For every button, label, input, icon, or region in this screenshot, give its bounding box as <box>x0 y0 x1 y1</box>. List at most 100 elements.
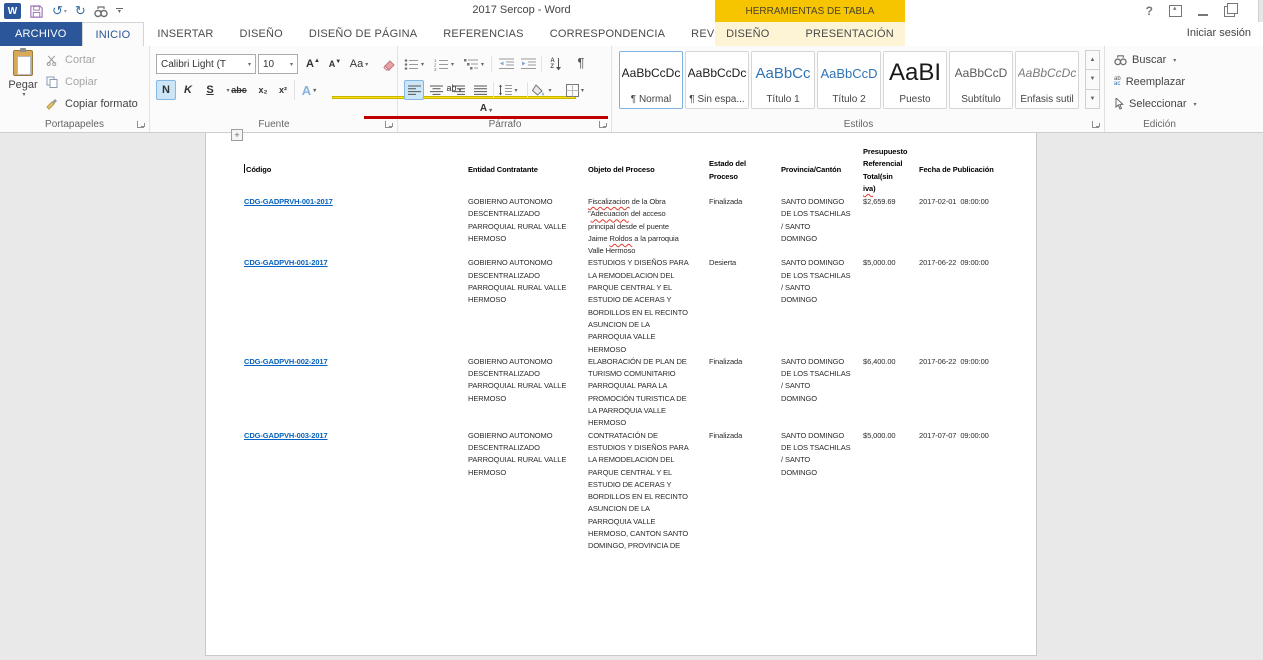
tab-correspondencia[interactable]: CORRESPONDENCIA <box>537 22 678 46</box>
multilevel-caret-icon: ▾ <box>481 61 484 68</box>
ribbon-display-options-icon[interactable] <box>1169 5 1182 17</box>
tab-table-diseno[interactable]: DISEÑO <box>713 22 782 46</box>
style-puesto[interactable]: AaBI Puesto <box>883 51 947 109</box>
grow-font-button[interactable]: A▲ <box>303 54 323 74</box>
table-move-handle-icon[interactable]: + <box>231 129 243 141</box>
paragraph-dialog-launcher-icon[interactable] <box>599 121 606 128</box>
close-button[interactable] <box>1258 0 1263 22</box>
style-subtitulo[interactable]: AaBbCcD Subtítulo <box>949 51 1013 109</box>
tab-insertar[interactable]: INSERTAR <box>144 22 226 46</box>
styles-more-icon[interactable]: ▼ <box>1085 89 1100 109</box>
superscript-button[interactable]: x² <box>273 80 293 100</box>
show-paragraph-marks-button[interactable]: ¶ <box>571 52 591 72</box>
paste-clipboard-icon <box>13 50 33 76</box>
styles-scroll-up-icon[interactable]: ▲ <box>1085 50 1100 70</box>
align-right-button[interactable] <box>448 80 468 100</box>
subscript-button[interactable]: x₂ <box>253 80 273 100</box>
tab-table-presentacion[interactable]: PRESENTACIÓN <box>793 22 907 46</box>
sign-in-link[interactable]: Iniciar sesión <box>1187 27 1251 39</box>
sort-button[interactable]: AZ <box>546 54 566 74</box>
style-titulo-1[interactable]: AaBbCc Título 1 <box>751 51 815 109</box>
find-icon[interactable] <box>94 3 108 19</box>
customize-quick-access-toolbar-button[interactable]: ▾ <box>116 3 123 19</box>
save-icon[interactable] <box>29 3 44 19</box>
text-effects-caret-icon: ▾ <box>313 87 316 94</box>
cut-label: Cortar <box>65 54 96 66</box>
cut-button[interactable]: Cortar <box>46 54 96 66</box>
replace-button[interactable]: abac Reemplazar <box>1114 76 1185 88</box>
cell-presupuesto: $2,659.69 <box>863 196 919 208</box>
clipboard-dialog-launcher-icon[interactable] <box>137 121 144 128</box>
style-sample: AaBbCcDc <box>688 52 747 94</box>
style-sample: AaBbCc <box>755 52 810 94</box>
minimize-icon[interactable] <box>1198 14 1208 16</box>
text-effects-button[interactable]: A▾ <box>299 80 319 100</box>
style-sin-espaciado[interactable]: AaBbCcDc ¶ Sin espa... <box>685 51 749 109</box>
cell-fecha: 2017-07-07 09:00:00 <box>919 430 1036 442</box>
cell-estado: Desierta <box>709 257 781 269</box>
process-link[interactable]: CDG-GADPVH-001-2017 <box>244 258 328 267</box>
bold-button[interactable]: N <box>156 80 176 100</box>
tab-inicio[interactable]: INICIO <box>82 22 145 46</box>
font-family-combo[interactable]: Calibri Light (T▾ <box>156 54 256 74</box>
align-left-button[interactable] <box>404 80 424 100</box>
copy-button[interactable]: Copiar <box>46 76 97 88</box>
line-spacing-button[interactable]: ▾ <box>498 80 518 100</box>
cell-entidad: GOBIERNO AUTONOMO DESCENTRALIZADO PARROQ… <box>468 430 588 479</box>
styles-dialog-launcher-icon[interactable] <box>1092 121 1099 128</box>
replace-label: Reemplazar <box>1126 76 1185 88</box>
help-icon[interactable]: ? <box>1146 4 1153 18</box>
clear-formatting-button[interactable] <box>379 54 399 74</box>
format-painter-brush-icon <box>46 98 58 110</box>
align-center-button[interactable] <box>426 80 446 100</box>
bullets-button[interactable]: ▾ <box>404 54 424 74</box>
font-size-combo[interactable]: 10▾ <box>258 54 298 74</box>
process-link[interactable]: CDG-GADPVH-003-2017 <box>244 431 328 440</box>
paste-button[interactable]: Pegar ▾ <box>4 50 42 116</box>
italic-button[interactable]: K <box>178 80 198 100</box>
group-label-edicion: Edición <box>1106 119 1213 130</box>
process-link[interactable]: CDG-GADPVH-002-2017 <box>244 357 328 366</box>
copy-label: Copiar <box>65 76 97 88</box>
table-row: CDG-GADPRVH-001-2017 GOBIERNO AUTONOMO D… <box>244 196 1038 257</box>
process-link[interactable]: CDG-GADPRVH-001-2017 <box>244 197 333 206</box>
cell-entidad: GOBIERNO AUTONOMO DESCENTRALIZADO PARROQ… <box>468 356 588 405</box>
tab-referencias[interactable]: REFERENCIAS <box>430 22 536 46</box>
table-row: CDG-GADPVH-002-2017 GOBIERNO AUTONOMO DE… <box>244 356 1038 430</box>
change-case-button[interactable]: Aa▾ <box>349 54 369 74</box>
find-button[interactable]: Buscar ▾ <box>1114 54 1176 66</box>
font-dialog-launcher-icon[interactable] <box>385 121 392 128</box>
cell-fecha: 2017-06-22 09:00:00 <box>919 257 1036 269</box>
tab-archivo[interactable]: ARCHIVO <box>0 22 82 46</box>
undo-button[interactable]: ↺▾ <box>52 3 67 19</box>
font-size-caret-icon: ▾ <box>287 61 293 68</box>
style-name: Énfasis sutil <box>1020 94 1073 105</box>
numbering-button[interactable]: 123 ▾ <box>434 54 454 74</box>
multilevel-list-button[interactable]: ▾ <box>464 54 484 74</box>
style-name: Título 1 <box>766 94 799 105</box>
decrease-indent-button[interactable] <box>496 54 516 74</box>
format-painter-button[interactable]: Copiar formato <box>46 98 138 110</box>
borders-button[interactable]: ▾ <box>565 80 585 100</box>
shrink-font-button[interactable]: A▼ <box>325 54 345 74</box>
restore-icon[interactable] <box>1224 6 1235 17</box>
select-button[interactable]: Seleccionar ▾ <box>1114 98 1197 110</box>
style-enfasis-sutil[interactable]: AaBbCcDc Énfasis sutil <box>1015 51 1079 109</box>
tab-diseno-de-pagina[interactable]: DISEÑO DE PÁGINA <box>296 22 430 46</box>
justify-button[interactable] <box>470 80 490 100</box>
increase-indent-button[interactable] <box>518 54 538 74</box>
style-titulo-2[interactable]: AaBbCcD Título 2 <box>817 51 881 109</box>
word-logo-icon[interactable]: W <box>4 3 21 19</box>
bullets-icon <box>404 58 419 71</box>
scissors-icon <box>46 55 57 66</box>
styles-scroll-down-icon[interactable]: ▼ <box>1085 69 1100 89</box>
redo-button[interactable]: ↻ <box>75 3 86 19</box>
strikethrough-button[interactable]: abc <box>229 80 249 100</box>
cell-objeto: ELABORACIÓN DE PLAN DE TURISMO COMUNITAR… <box>588 356 709 430</box>
column-header-entidad: Entidad Contratante <box>468 164 588 176</box>
tab-diseno[interactable]: DISEÑO <box>227 22 296 46</box>
group-fuente: Calibri Light (T▾ 10▾ A▲ A▼ Aa▾ N K S ▾ … <box>151 46 398 132</box>
align-center-icon <box>430 85 443 96</box>
style-normal[interactable]: AaBbCcDc ¶ Normal <box>619 51 683 109</box>
shading-button[interactable]: ▾ <box>532 80 552 100</box>
